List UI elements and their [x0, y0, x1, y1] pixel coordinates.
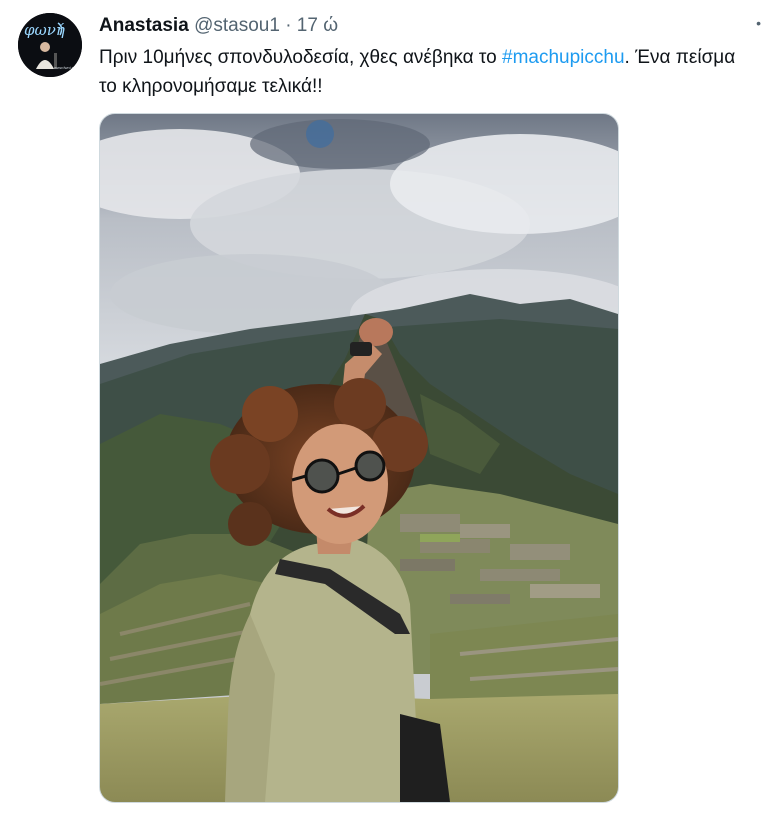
separator-dot: ·: [285, 15, 292, 36]
user-handle[interactable]: @stasou1: [194, 15, 280, 36]
timestamp[interactable]: 17 ώ: [297, 15, 338, 36]
more-dots-icon[interactable]: •: [756, 14, 761, 32]
tweet-text: Πριν 10μήνες σπονδυλοδεσία, χθες ανέβηκα…: [99, 43, 739, 101]
display-name[interactable]: Anastasia: [99, 15, 189, 36]
photo-machu-picchu: [100, 114, 618, 802]
tweet[interactable]: φωνή www.fwni.gr Anastasia @stasou1 · 17…: [0, 0, 761, 813]
avatar[interactable]: φωνή www.fwni.gr: [18, 13, 82, 77]
avatar-url-text: www.fwni.gr: [54, 65, 76, 70]
tweet-text-before: Πριν 10μήνες σπονδυλοδεσία, χθες ανέβηκα…: [99, 47, 503, 68]
tweet-header: Anastasia @stasou1 · 17 ώ: [99, 14, 338, 38]
tweet-photo[interactable]: [99, 113, 619, 803]
hashtag-link[interactable]: #machupicchu: [502, 47, 625, 68]
avatar-image: φωνή www.fwni.gr: [18, 13, 82, 77]
